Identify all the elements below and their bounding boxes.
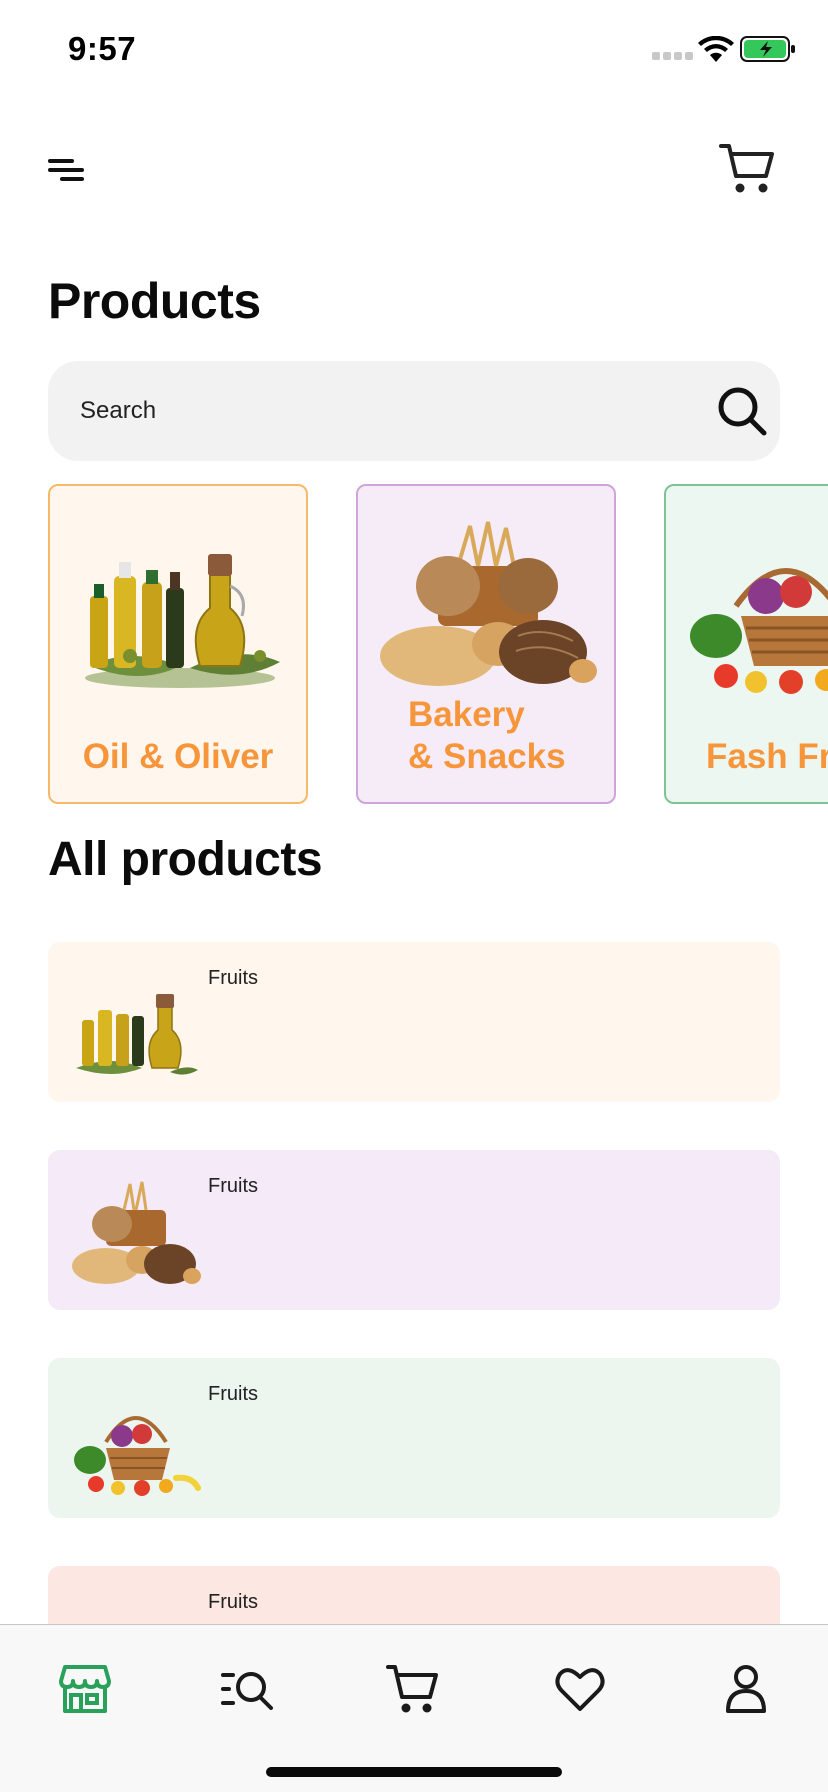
section-title: All products — [48, 833, 323, 886]
product-name: Fruits — [208, 1175, 258, 1197]
vegetable-basket-image — [74, 1416, 201, 1496]
category-label: Bakery & Snacks — [358, 694, 614, 778]
product-card[interactable]: Fruits — [48, 1150, 780, 1310]
product-name: Fruits — [208, 1591, 258, 1613]
category-label: Fash Fruits — [706, 737, 828, 776]
search-icon[interactable] — [716, 385, 768, 437]
category-label-line: & Snacks — [408, 737, 566, 776]
product-name: Fruits — [208, 967, 258, 989]
status-time: 9:57 — [68, 30, 137, 67]
header-cart-icon[interactable] — [718, 140, 776, 196]
olive-oil-image — [85, 554, 280, 688]
category-card-fruits[interactable]: Fash Fruits — [664, 484, 828, 804]
category-label: Oil & Oliver — [82, 737, 274, 776]
status-bar: 9:57 — [0, 0, 828, 100]
tab-store[interactable] — [57, 1661, 113, 1717]
bread-image — [380, 521, 597, 686]
cart-icon — [386, 1665, 438, 1713]
tab-cart[interactable] — [386, 1661, 442, 1717]
user-icon — [726, 1665, 766, 1713]
store-icon — [59, 1665, 111, 1713]
olive-oil-image — [76, 994, 198, 1075]
heart-icon — [555, 1668, 605, 1711]
page-title: Products — [48, 273, 261, 329]
search-input[interactable] — [80, 361, 680, 461]
bread-image — [72, 1181, 201, 1284]
vegetable-basket-image — [690, 568, 828, 694]
tab-favourite[interactable] — [552, 1661, 608, 1717]
search-bar — [48, 361, 780, 461]
product-card[interactable]: Fruits — [48, 942, 780, 1102]
tab-bar — [0, 1624, 828, 1792]
category-carousel[interactable]: Oil & Oliver Bakery & Snacks Fash F — [48, 484, 828, 804]
home-indicator — [266, 1767, 562, 1777]
explore-icon — [221, 1672, 273, 1710]
tab-account[interactable] — [718, 1661, 774, 1717]
battery-icon — [740, 36, 795, 62]
cellular-signal-icon — [652, 52, 693, 60]
product-card[interactable]: Fruits — [48, 1358, 780, 1518]
category-card-oil[interactable]: Oil & Oliver — [48, 484, 308, 804]
category-card-bakery[interactable]: Bakery & Snacks — [356, 484, 616, 804]
category-label-line: Bakery — [408, 695, 525, 734]
tab-explore[interactable] — [219, 1661, 275, 1717]
product-name: Fruits — [208, 1383, 258, 1405]
menu-icon[interactable] — [46, 156, 86, 184]
wifi-icon — [698, 36, 734, 62]
